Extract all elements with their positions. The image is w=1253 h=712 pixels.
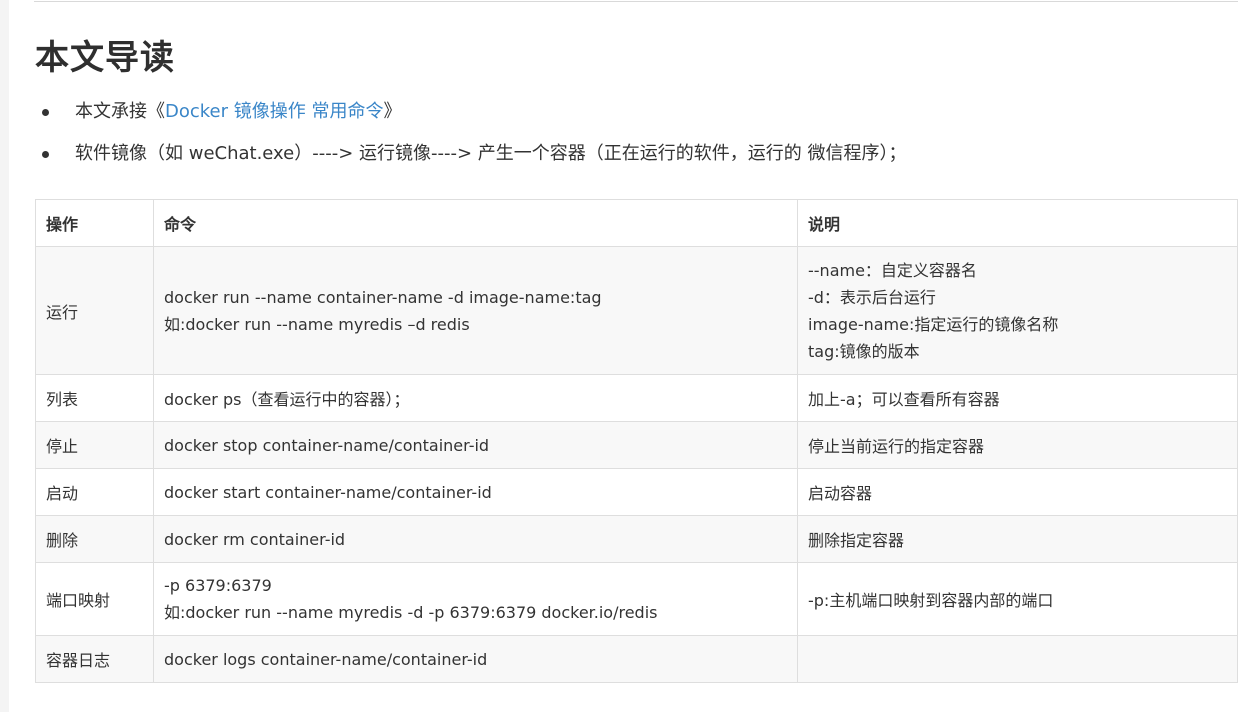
description-cell: -p:主机端口映射到容器内部的端口 [797, 562, 1238, 636]
command-cell: docker ps（查看运行中的容器）； [153, 374, 798, 422]
table-row: 启动 docker start container-name/container… [35, 468, 1238, 516]
bullet-text: 软件镜像（如 weChat.exe）----> 运行镜像----> 产生一个容器… [75, 143, 907, 164]
article-heading: 本文导读 [35, 38, 175, 78]
table-row: 运行 docker run --name container-name -d i… [35, 246, 1238, 375]
description-cell: --name：自定义容器名 -d：表示后台运行 image-name:指定运行的… [797, 246, 1238, 375]
table-row: 端口映射 -p 6379:6379 如:docker run --name my… [35, 562, 1238, 636]
command-cell: docker stop container-name/container-id [153, 421, 798, 469]
operation-cell: 容器日志 [35, 635, 154, 683]
docker-command-table: 操作 命令 说明 运行 docker run --name container-… [35, 199, 1238, 683]
description-line: image-name:指定运行的镜像名称 [808, 314, 1059, 334]
command-cell: -p 6379:6379 如:docker run --name myredis… [153, 562, 798, 636]
table-row: 停止 docker stop container-name/container-… [35, 421, 1238, 469]
bullet-icon [42, 109, 49, 116]
left-margin-strip [0, 0, 9, 712]
operation-cell: 启动 [35, 468, 154, 516]
operation-cell: 运行 [35, 246, 154, 375]
command-line: 如:docker run --name myredis –d redis [164, 314, 470, 334]
table-row: 删除 docker rm container-id 删除指定容器 [35, 515, 1238, 563]
command-cell: docker logs container-name/container-id [153, 635, 798, 683]
column-header-command: 命令 [153, 199, 798, 247]
command-line: 如:docker run --name myredis -d -p 6379:6… [164, 603, 658, 622]
top-divider [34, 1, 1238, 2]
description-cell: 加上-a；可以查看所有容器 [797, 374, 1238, 422]
bullet-icon [42, 151, 49, 158]
docker-image-commands-link[interactable]: Docker 镜像操作 常用命令 [165, 101, 383, 122]
description-cell: 删除指定容器 [797, 515, 1238, 563]
article-page: 本文导读 本文承接《Docker 镜像操作 常用命令》 软件镜像（如 weCha… [0, 0, 1253, 712]
command-cell: docker run --name container-name -d imag… [153, 246, 798, 375]
description-line: --name：自定义容器名 [808, 260, 977, 280]
column-header-operation: 操作 [35, 199, 154, 247]
operation-cell: 列表 [35, 374, 154, 422]
command-cell: docker rm container-id [153, 515, 798, 563]
command-line: docker run --name container-name -d imag… [164, 287, 602, 307]
operation-cell: 删除 [35, 515, 154, 563]
table-row: 容器日志 docker logs container-name/containe… [35, 635, 1238, 683]
description-cell: 停止当前运行的指定容器 [797, 421, 1238, 469]
description-line: -d：表示后台运行 [808, 287, 936, 307]
operation-cell: 停止 [35, 421, 154, 469]
list-item: 本文承接《Docker 镜像操作 常用命令》 [35, 96, 907, 138]
table-header-row: 操作 命令 说明 [35, 199, 1238, 247]
list-item: 软件镜像（如 weChat.exe）----> 运行镜像----> 产生一个容器… [35, 138, 907, 180]
table-row: 列表 docker ps（查看运行中的容器）； 加上-a；可以查看所有容器 [35, 374, 1238, 422]
intro-bullet-list: 本文承接《Docker 镜像操作 常用命令》 软件镜像（如 weChat.exe… [35, 96, 907, 180]
description-cell: 启动容器 [797, 468, 1238, 516]
description-cell [797, 635, 1238, 683]
column-header-description: 说明 [797, 199, 1238, 247]
bullet-prefix: 本文承接《 [75, 101, 165, 122]
operation-cell: 端口映射 [35, 562, 154, 636]
command-cell: docker start container-name/container-id [153, 468, 798, 516]
description-line: tag:镜像的版本 [808, 341, 920, 361]
bullet-suffix: 》 [383, 101, 402, 122]
command-line: -p 6379:6379 [164, 576, 272, 595]
